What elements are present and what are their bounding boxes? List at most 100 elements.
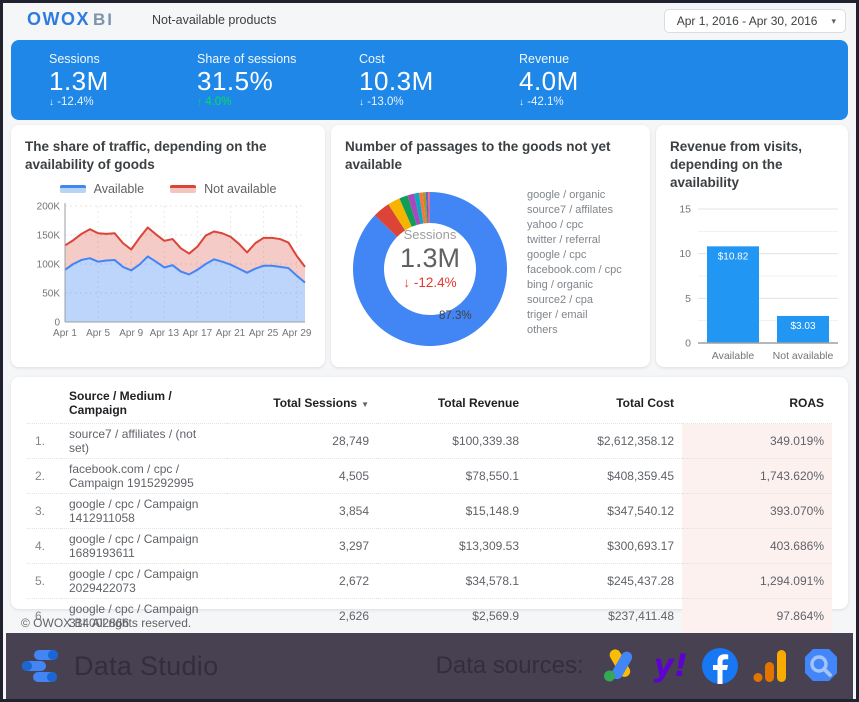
arrow-down-icon: ↓ [49,97,54,108]
page-title: Not-available products [152,12,277,27]
svg-text:Apr 9: Apr 9 [119,328,143,339]
donut-center-delta: ↓ -12.4% [403,274,457,290]
table-row[interactable]: 1. source7 / affiliates / (not set) 28,749… [27,423,832,459]
table-row[interactable]: 5. google / cpc / Campaign 2029422073 2,67… [27,563,832,599]
data-studio-brand-text: Data Studio [74,650,219,681]
svg-text:15: 15 [679,204,691,216]
table-cell: $347,540.12 [527,493,682,529]
table-cell: 4. [27,528,61,564]
passages-donut-card: Number of passages to the goods not yet … [331,125,650,367]
table-cell: google / cpc / Campaign 2029422073 [61,563,227,599]
google-analytics-icon [753,650,786,682]
legend-label: Available [93,181,145,196]
donut-center-value: 1.3M [399,242,461,273]
table-row[interactable]: 3. google / cpc / Campaign 1412911058 3,85… [27,493,832,529]
kpi-label: Cost [359,52,385,66]
kpi-delta: ↓ -12.4% [49,96,94,108]
svg-text:Apr 1: Apr 1 [53,328,77,339]
area-chart-legend: Available Not available [25,182,311,196]
data-studio-logo-icon [22,650,58,682]
svg-text:100K: 100K [37,259,61,270]
google-ads-icon [603,649,632,682]
svg-text:Apr 5: Apr 5 [86,328,110,339]
donut-legend: google / organic source7 / affilates yahoo… [527,188,622,354]
table-cell: 3,297 [227,528,377,564]
table-cell: 3. [27,493,61,529]
traffic-card-title: The share of traffic, depending on the a… [25,139,267,172]
table-cell: 28,749 [227,423,377,459]
kpi-sessions: Sessions 1.3M ↓ -12.4% [49,52,197,108]
kpi-delta: ↓ -42.1% [519,96,564,108]
owox-bi-logo: OWOX BI [27,9,114,30]
table-cell: $408,359.45 [527,458,682,494]
kpi-value: 1.3M [49,66,109,96]
revenue-bar-chart: 0 5 10 15 $10.82 Available $3.03 Not available [679,204,838,362]
chevron-down-icon: ▾ [831,15,836,26]
col-roas[interactable]: ROAS [682,384,832,424]
table-cell: $100,339.38 [377,423,527,459]
donut-card-title: Number of passages to the goods not yet … [345,139,611,172]
data-sources: Data sources: y! [436,647,841,685]
date-range-picker[interactable]: Apr 1, 2016 - Apr 30, 2016 ▾ [663,9,846,33]
legend-item-available: Available [59,181,145,196]
bottom-brand-bar: Data Studio Data sources: y! [6,633,853,699]
traffic-area-chart: 050K100K150K200KApr 1 Apr 5 Apr 9 Apr 13 Apr… [37,201,312,339]
donut-legend-item: source7 / affilates [527,203,614,216]
facebook-icon [702,648,738,684]
svg-text:200K: 200K [37,201,61,212]
svg-text:Apr 13: Apr 13 [150,328,180,339]
bar-card-title: Revenue from visits, depending on the av… [670,139,803,190]
data-sources-label: Data sources: [435,652,584,679]
col-source-medium-campaign: Source / Medium / Campaign [69,389,172,417]
table-row[interactable]: 2. facebook.com / cpc / Campaign 19152929… [27,458,832,494]
donut-legend-item: facebook.com / cpc [527,263,622,276]
legend-item-not-available: Not available [170,182,276,196]
svg-text:0: 0 [54,317,60,328]
col-total-revenue[interactable]: Total Revenue [377,384,527,424]
kpi-delta: ↑ 4.0% [197,96,232,108]
svg-text:Available: Available [712,350,755,362]
table-cell: $15,148.9 [377,493,527,529]
donut-legend-item: others [527,323,558,336]
campaign-table-card: Source / Medium / Campaign Total Session… [11,377,848,699]
table-cell: google / cpc / Campaign 1689193611 [61,528,227,564]
dashboard-page: OWOX BI Not-available products Apr 1, 20… [0,0,859,702]
table-cell: $300,693.17 [527,528,682,564]
kpi-value: 4.0M [519,66,579,96]
col-total-cost[interactable]: Total Cost [527,384,682,424]
traffic-share-card: The share of traffic, depending on the a… [11,125,325,367]
table-cell: $78,550.1 [377,458,527,494]
table-cell: $245,437.28 [527,563,682,599]
header: OWOX BI Not-available products Apr 1, 20… [3,3,856,36]
kpi-cost: Cost 10.3M ↓ -13.0% [359,52,519,108]
kpi-revenue: Revenue 4.0M ↓ -42.1% [519,52,679,108]
logo-owox-text: OWOX [27,9,90,29]
svg-text:Not available: Not available [773,350,834,362]
kpi-label: Share of sessions [197,52,297,66]
donut-center-label: Sessions [403,226,457,242]
table-row[interactable]: 4. google / cpc / Campaign 1689193611 3,29… [27,528,832,564]
table-cell: facebook.com / cpc / Campaign 1915292995 [61,458,227,494]
donut-row: Sessions 1.3M ↓ -12.4% 87.3% google / or… [345,182,636,354]
yahoo-icon: y! [653,648,688,684]
table-cell: 393.070% [682,493,832,529]
arrow-down-icon: ↓ [519,97,524,108]
svg-text:Apr 21: Apr 21 [216,328,246,339]
kpi-share-of-sessions: Share of sessions 31.5% ↑ 4.0% [197,52,359,108]
table-cell: 5. [27,563,61,599]
col-total-sessions[interactable]: Total Sessions ▼ [227,384,377,424]
svg-text:10: 10 [679,249,691,261]
table-cell: $13,309.53 [377,528,527,564]
donut-legend-item: google / organic [527,188,606,201]
kpi-label: Revenue [519,52,570,66]
table-cell: $34,578.1 [377,563,527,599]
charts-row: The share of traffic, depending on the a… [3,120,856,367]
kpi-scorecard-bar: Sessions 1.3M ↓ -12.4% Share of sessions… [11,40,848,120]
table-cell: 4,505 [227,458,377,494]
arrow-down-icon: ↓ [359,97,364,108]
donut-share-label: 87.3% [439,309,472,322]
date-range-value: Apr 1, 2016 - Apr 30, 2016 [676,14,818,28]
table-cell: 349.019% [682,423,832,459]
kpi-label: Sessions [49,52,100,66]
svg-text:Apr 29: Apr 29 [282,328,311,339]
